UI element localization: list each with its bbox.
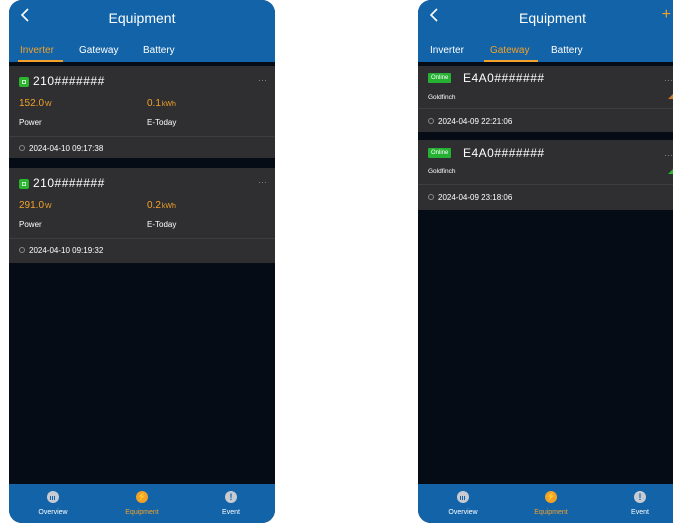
- power-label: Power: [19, 118, 42, 127]
- online-status-badge: Online: [428, 148, 452, 158]
- gateway-card[interactable]: Online E4A0####### ··· Goldfinch 2024-04…: [418, 140, 673, 210]
- bolt-icon: [136, 491, 148, 503]
- nav-equipment[interactable]: Equipment: [521, 491, 581, 516]
- tab-battery[interactable]: Battery: [551, 45, 583, 56]
- nav-event[interactable]: Event: [610, 491, 670, 516]
- nav-label: Equipment: [534, 509, 568, 516]
- nav-label: Equipment: [125, 509, 159, 516]
- header: Equipment Inverter Gateway Battery: [9, 0, 275, 62]
- clock-icon: [19, 247, 25, 253]
- bottom-navigation: Overview Equipment Event: [9, 484, 275, 523]
- bottom-navigation: Overview Equipment Event: [418, 484, 673, 523]
- header: Equipment + Inverter Gateway Battery: [418, 0, 673, 62]
- energy-value: 0.1kWh: [147, 98, 176, 109]
- divider: [418, 184, 673, 185]
- power-value: 152.0W: [19, 98, 52, 109]
- active-tab-indicator: [484, 60, 538, 62]
- nav-overview[interactable]: Overview: [433, 491, 493, 516]
- add-device-icon[interactable]: +: [662, 6, 671, 24]
- nav-label: Event: [631, 509, 649, 516]
- divider: [9, 136, 275, 137]
- nav-overview[interactable]: Overview: [23, 491, 83, 516]
- tab-inverter[interactable]: Inverter: [20, 45, 54, 56]
- more-options-icon[interactable]: ···: [664, 75, 673, 85]
- exclamation-icon: [225, 491, 237, 503]
- clock-icon: [428, 118, 434, 124]
- tab-inverter[interactable]: Inverter: [430, 45, 464, 56]
- energy-value: 0.2kWh: [147, 200, 176, 211]
- inverter-chip-icon: [19, 77, 29, 87]
- gateway-model: Goldfinch: [428, 94, 456, 101]
- update-time: 2024-04-10 09:19:32: [29, 246, 104, 255]
- chart-icon: [457, 491, 469, 503]
- phone-screen-inverter: Equipment Inverter Gateway Battery 210##…: [9, 0, 275, 523]
- device-serial: 210#######: [33, 176, 105, 190]
- inverter-chip-icon: [19, 179, 29, 189]
- tab-gateway[interactable]: Gateway: [79, 45, 118, 56]
- clock-icon: [19, 145, 25, 151]
- inverter-card[interactable]: 210####### ··· 291.0W 0.2kWh Power E-Tod…: [9, 168, 275, 263]
- inverter-card[interactable]: 210####### ··· 152.0W 0.1kWh Power E-Tod…: [9, 66, 275, 158]
- clock-icon: [428, 194, 434, 200]
- nav-label: Overview: [448, 509, 478, 516]
- nav-event[interactable]: Event: [201, 491, 261, 516]
- signal-strength-icon: [668, 169, 673, 174]
- active-tab-indicator: [18, 60, 63, 62]
- power-label: Power: [19, 220, 42, 229]
- energy-label: E-Today: [147, 220, 177, 229]
- tab-bar: Inverter Gateway Battery: [9, 42, 275, 62]
- gateway-model: Goldfinch: [428, 168, 456, 175]
- nav-label: Overview: [38, 509, 68, 516]
- online-status-badge: Online: [428, 73, 452, 83]
- more-options-icon[interactable]: ···: [258, 75, 267, 85]
- gateway-card[interactable]: Online E4A0####### ··· Goldfinch 2024-04…: [418, 66, 673, 132]
- nav-label: Event: [222, 509, 240, 516]
- gateway-serial: E4A0#######: [463, 71, 545, 85]
- tab-bar: Inverter Gateway Battery: [418, 42, 673, 62]
- gateway-serial: E4A0#######: [463, 146, 545, 160]
- page-title: Equipment: [108, 10, 176, 26]
- more-options-icon[interactable]: ···: [258, 177, 267, 187]
- divider: [418, 108, 673, 109]
- more-options-icon[interactable]: ···: [664, 150, 673, 160]
- nav-equipment[interactable]: Equipment: [112, 491, 172, 516]
- update-time: 2024-04-10 09:17:38: [29, 144, 104, 153]
- exclamation-icon: [634, 491, 646, 503]
- phone-screen-gateway: Equipment + Inverter Gateway Battery Onl…: [418, 0, 673, 523]
- tab-gateway[interactable]: Gateway: [490, 45, 529, 56]
- device-serial: 210#######: [33, 74, 105, 88]
- chart-icon: [47, 491, 59, 503]
- update-time: 2024-04-09 22:21:06: [438, 117, 513, 126]
- divider: [9, 238, 275, 239]
- power-value: 291.0W: [19, 200, 52, 211]
- tab-battery[interactable]: Battery: [143, 45, 175, 56]
- page-title: Equipment: [519, 10, 586, 26]
- bolt-icon: [545, 491, 557, 503]
- signal-strength-icon: [668, 94, 673, 99]
- energy-label: E-Today: [147, 118, 177, 127]
- update-time: 2024-04-09 23:18:06: [438, 193, 513, 202]
